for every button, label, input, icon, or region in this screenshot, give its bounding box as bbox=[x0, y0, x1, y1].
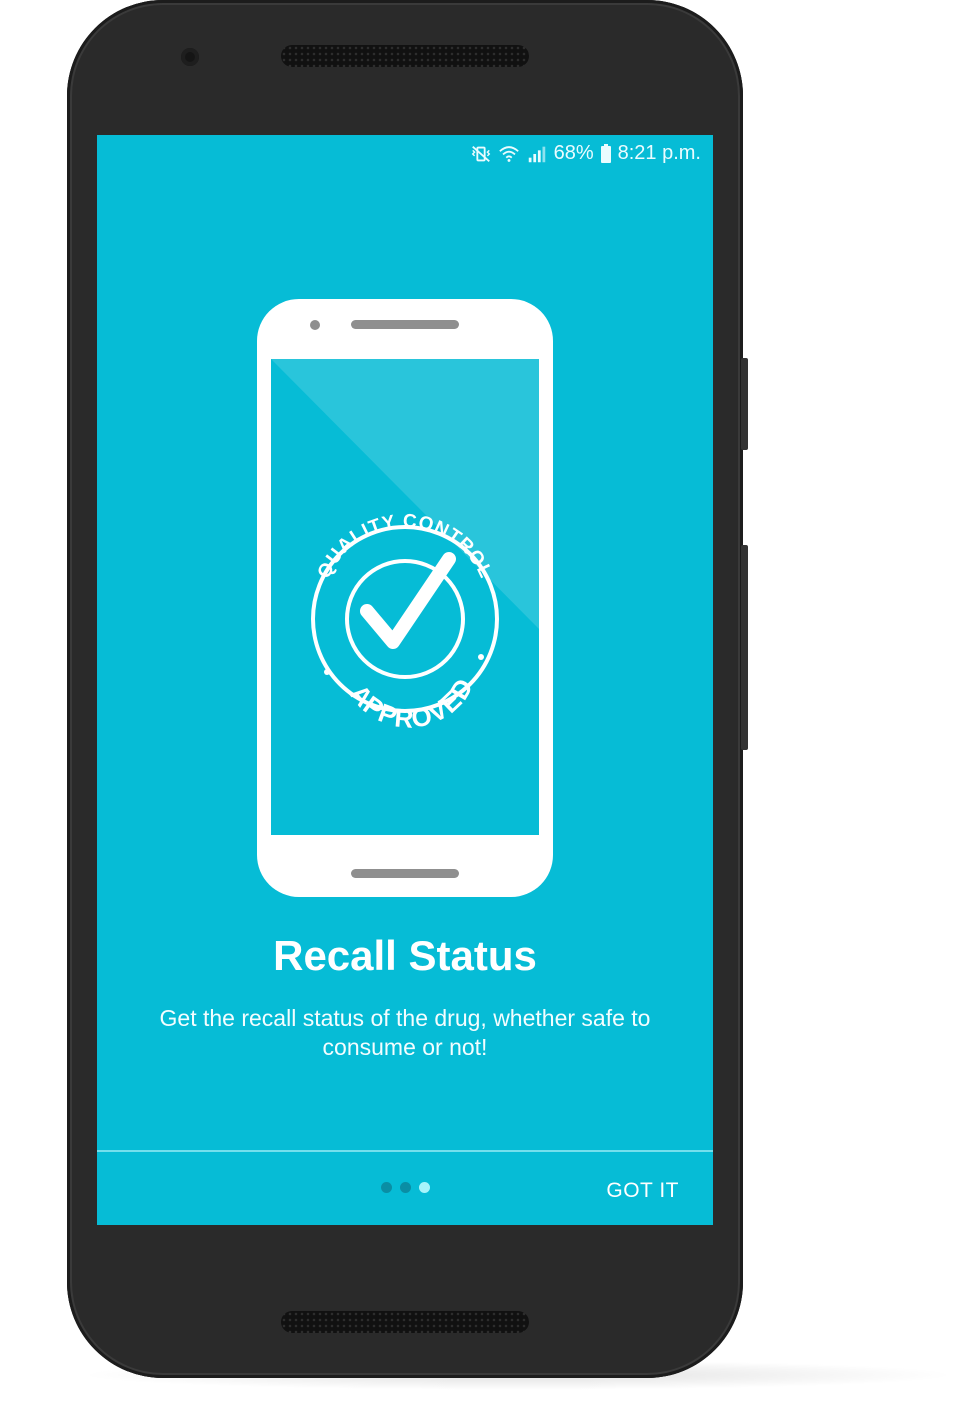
page-dot-1[interactable] bbox=[381, 1182, 392, 1193]
page-indicator bbox=[381, 1182, 430, 1193]
footer-divider bbox=[97, 1150, 713, 1152]
volume-rocker bbox=[741, 545, 748, 750]
onboarding-description: Get the recall status of the drug, wheth… bbox=[159, 1005, 651, 1060]
phone-illustration: QUALITY CONTROL APPROVED bbox=[257, 299, 553, 897]
bottom-speaker bbox=[281, 1311, 529, 1333]
vibrate-mute-icon bbox=[471, 145, 490, 162]
clock: 8:21 p.m. bbox=[617, 142, 701, 164]
power-button bbox=[741, 358, 748, 450]
top-speaker bbox=[281, 45, 529, 67]
signal-icon bbox=[528, 146, 545, 162]
wifi-icon bbox=[498, 145, 519, 162]
app-screen: 68% 8:21 p.m. QUALITY CONTROL APPROVED R… bbox=[97, 135, 713, 1225]
page-dot-2[interactable] bbox=[400, 1182, 411, 1193]
got-it-button[interactable]: GOT IT bbox=[606, 1179, 679, 1203]
status-bar: 68% 8:21 p.m. bbox=[97, 135, 713, 173]
battery-percent: 68% bbox=[553, 142, 594, 164]
onboarding-title: Recall Status bbox=[273, 932, 537, 979]
page-dot-3[interactable] bbox=[419, 1182, 430, 1193]
battery-icon bbox=[600, 143, 611, 163]
front-camera bbox=[181, 48, 199, 66]
